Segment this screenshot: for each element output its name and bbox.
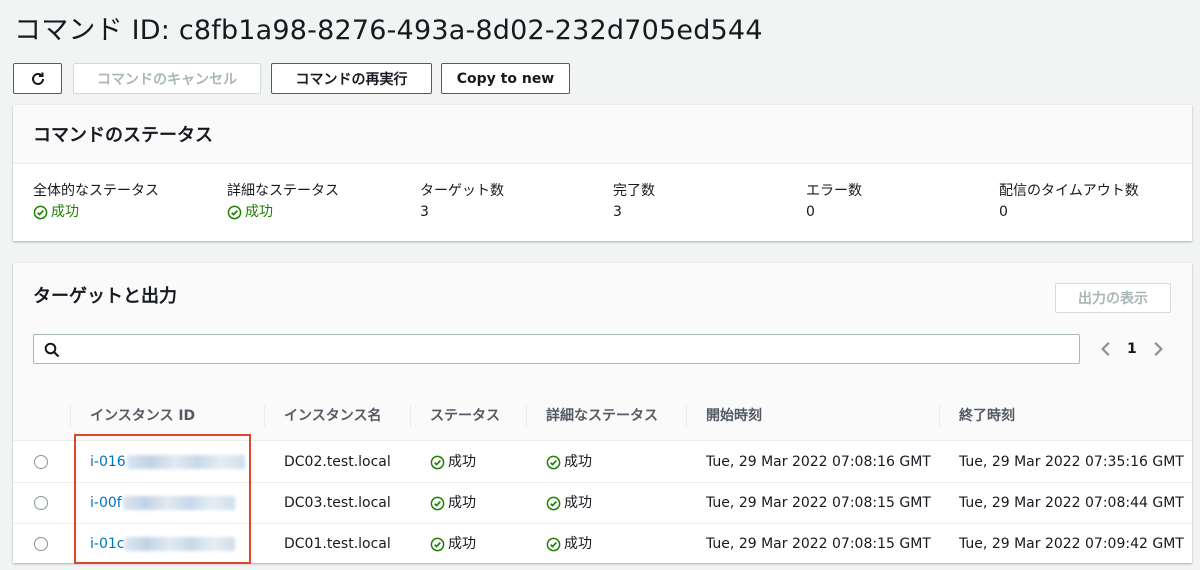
column-header-end-time[interactable]: 終了時刻 bbox=[939, 391, 1015, 441]
stat-value-text: 成功 bbox=[51, 204, 79, 220]
success-check-icon bbox=[546, 496, 561, 510]
search-box[interactable] bbox=[33, 334, 1080, 364]
status-cell: 成功 bbox=[410, 524, 476, 564]
table-row[interactable]: i-00f DC03.test.local 成功 成功 Tue, 29 Mar … bbox=[13, 483, 1192, 524]
status-cell: 成功 bbox=[410, 442, 476, 482]
success-check-icon bbox=[546, 455, 561, 469]
pagination: 1 bbox=[1097, 334, 1167, 364]
end-time-cell: Tue, 29 Mar 2022 07:09:42 GMT bbox=[959, 536, 1184, 552]
show-output-button[interactable]: 出力の表示 bbox=[1055, 283, 1171, 313]
copy-to-new-button[interactable]: Copy to new bbox=[441, 63, 570, 94]
stat-value: 0 bbox=[806, 204, 815, 220]
detail-status-text: 成功 bbox=[564, 454, 592, 470]
stat-completed-count: 完了数 3 bbox=[613, 181, 655, 223]
search-input[interactable] bbox=[68, 337, 1068, 361]
targets-output-panel: ターゲットと出力 出力の表示 1 インスタンス ID インスタンス名 ステータス… bbox=[13, 263, 1192, 565]
stat-overall-status: 全体的なステータス 成功 bbox=[33, 181, 159, 224]
row-radio[interactable] bbox=[34, 537, 48, 551]
command-status-header: コマンドのステータス bbox=[13, 105, 1192, 164]
stat-label: ターゲット数 bbox=[420, 183, 504, 199]
table-row[interactable]: i-016 DC02.test.local 成功 成功 Tue, 29 Mar … bbox=[13, 442, 1192, 483]
status-text: 成功 bbox=[448, 536, 476, 552]
instance-id-link[interactable]: i-01c bbox=[90, 536, 124, 552]
row-radio[interactable] bbox=[34, 455, 48, 469]
stat-error-count: エラー数 0 bbox=[806, 181, 862, 223]
detail-status-text: 成功 bbox=[564, 495, 592, 511]
column-header-instance-id[interactable]: インスタンス ID bbox=[70, 391, 195, 441]
chevron-left-icon[interactable] bbox=[1097, 340, 1115, 358]
end-time-cell: Tue, 29 Mar 2022 07:08:44 GMT bbox=[959, 495, 1184, 511]
detail-status-cell: 成功 bbox=[526, 524, 592, 564]
status-text: 成功 bbox=[448, 495, 476, 511]
stat-value: 3 bbox=[613, 204, 622, 220]
stat-label: 完了数 bbox=[613, 183, 655, 199]
stat-value: 成功 bbox=[33, 201, 79, 223]
instance-id-cell: i-00f bbox=[70, 483, 235, 523]
refresh-button[interactable] bbox=[13, 63, 62, 94]
table-row[interactable]: i-01c DC01.test.local 成功 成功 Tue, 29 Mar … bbox=[13, 524, 1192, 565]
status-text: 成功 bbox=[448, 454, 476, 470]
start-time-cell: Tue, 29 Mar 2022 07:08:15 GMT bbox=[706, 536, 931, 552]
stat-value-text: 成功 bbox=[245, 204, 273, 220]
success-check-icon bbox=[546, 537, 561, 551]
success-check-icon bbox=[430, 537, 445, 551]
targets-output-title: ターゲットと出力 bbox=[33, 286, 177, 307]
column-header-instance-name[interactable]: インスタンス名 bbox=[264, 391, 381, 441]
stat-delivery-timeout-count: 配信のタイムアウト数 0 bbox=[999, 181, 1139, 223]
instance-id-cell: i-01c bbox=[70, 524, 236, 564]
start-time-cell: Tue, 29 Mar 2022 07:08:15 GMT bbox=[706, 495, 931, 511]
command-status-panel: コマンドのステータス 全体的なステータス 成功 詳細なステータス 成功 ターゲッ… bbox=[13, 105, 1192, 241]
column-header-status[interactable]: ステータス bbox=[410, 391, 500, 441]
stat-label: 配信のタイムアウト数 bbox=[999, 183, 1139, 199]
success-check-icon bbox=[430, 455, 445, 469]
success-check-icon bbox=[227, 205, 242, 219]
detail-status-text: 成功 bbox=[564, 536, 592, 552]
instance-name-cell: DC01.test.local bbox=[284, 536, 391, 552]
command-status-title: コマンドのステータス bbox=[33, 125, 213, 146]
stat-value: 3 bbox=[420, 204, 429, 220]
success-check-icon bbox=[33, 205, 48, 219]
search-icon bbox=[44, 342, 60, 358]
stat-label: 詳細なステータス bbox=[227, 183, 339, 199]
redacted-blur bbox=[125, 537, 236, 551]
column-header-start-time[interactable]: 開始時刻 bbox=[686, 391, 762, 441]
instance-name-cell: DC02.test.local bbox=[284, 454, 391, 470]
stat-label: 全体的なステータス bbox=[33, 183, 159, 199]
row-radio[interactable] bbox=[34, 496, 48, 510]
targets-output-header bbox=[13, 263, 1192, 391]
detail-status-cell: 成功 bbox=[526, 442, 592, 482]
detail-status-cell: 成功 bbox=[526, 483, 592, 523]
current-page[interactable]: 1 bbox=[1127, 341, 1137, 357]
column-header-detail-status[interactable]: 詳細なステータス bbox=[526, 391, 658, 441]
end-time-cell: Tue, 29 Mar 2022 07:35:16 GMT bbox=[959, 454, 1184, 470]
refresh-icon bbox=[31, 72, 44, 85]
rerun-command-button[interactable]: コマンドの再実行 bbox=[271, 63, 432, 94]
redacted-blur bbox=[122, 496, 235, 510]
stat-detail-status: 詳細なステータス 成功 bbox=[227, 181, 339, 224]
instance-id-link[interactable]: i-00f bbox=[90, 495, 122, 511]
instance-name-cell: DC03.test.local bbox=[284, 495, 391, 511]
redacted-blur bbox=[126, 455, 245, 469]
stat-target-count: ターゲット数 3 bbox=[420, 181, 504, 223]
chevron-right-icon[interactable] bbox=[1149, 340, 1167, 358]
success-check-icon bbox=[430, 496, 445, 510]
page-title: コマンド ID: c8fb1a98-8276-493a-8d02-232d705… bbox=[14, 15, 763, 46]
instance-id-cell: i-016 bbox=[70, 442, 245, 482]
stat-value: 0 bbox=[999, 204, 1008, 220]
status-cell: 成功 bbox=[410, 483, 476, 523]
start-time-cell: Tue, 29 Mar 2022 07:08:16 GMT bbox=[706, 454, 931, 470]
stat-label: エラー数 bbox=[806, 183, 862, 199]
stat-value: 成功 bbox=[227, 201, 273, 223]
instance-id-link[interactable]: i-016 bbox=[90, 454, 126, 470]
table-header: インスタンス ID インスタンス名 ステータス 詳細なステータス 開始時刻 終了… bbox=[13, 391, 1192, 441]
cancel-command-button[interactable]: コマンドのキャンセル bbox=[73, 63, 261, 94]
